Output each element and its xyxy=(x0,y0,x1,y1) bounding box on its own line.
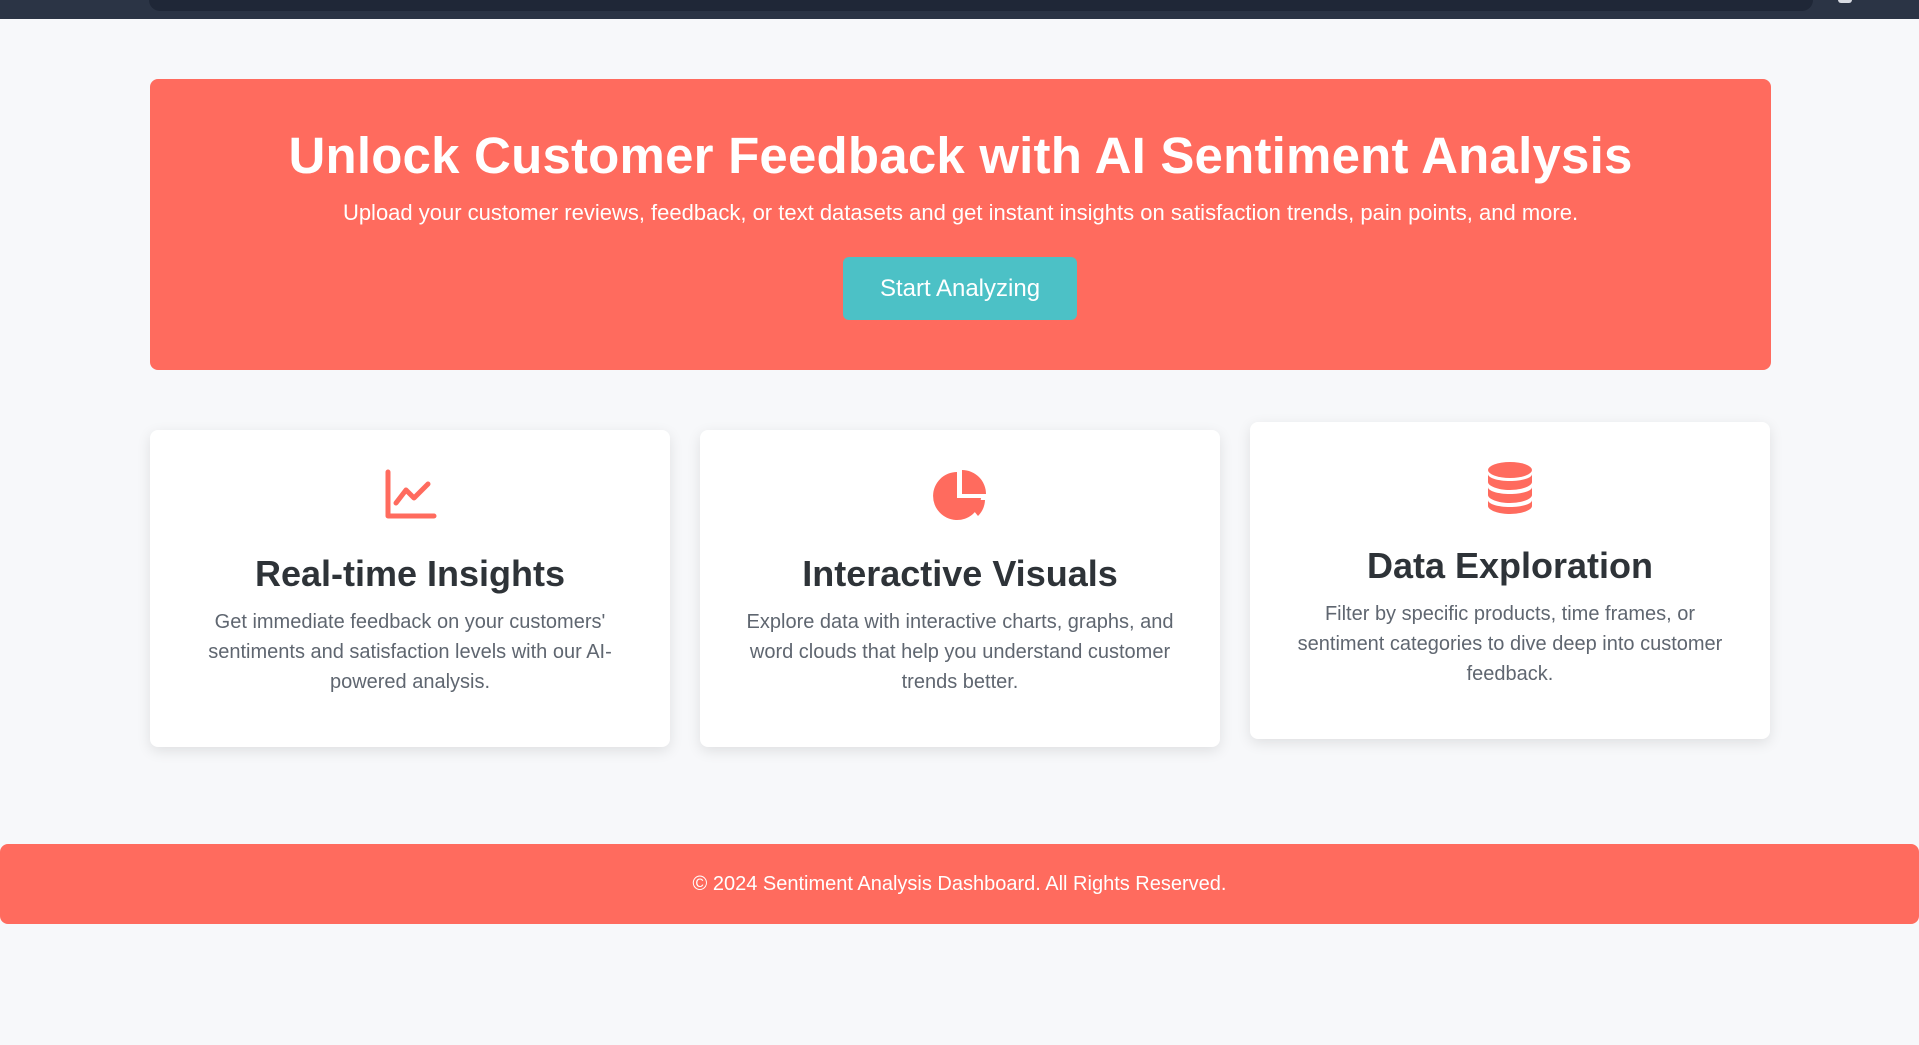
feature-card-interactive-visuals: Interactive Visuals Explore data with in… xyxy=(700,430,1220,747)
top-navbar xyxy=(0,0,1919,19)
page-footer: © 2024 Sentiment Analysis Dashboard. All… xyxy=(0,844,1919,924)
footer-copyright: © 2024 Sentiment Analysis Dashboard. All… xyxy=(692,873,1227,895)
line-chart-icon xyxy=(150,468,670,524)
hero-subtitle: Upload your customer reviews, feedback, … xyxy=(342,200,1579,225)
database-icon xyxy=(1250,460,1770,516)
feature-title: Interactive Visuals xyxy=(802,553,1118,594)
hero-banner: Unlock Customer Feedback with AI Sentime… xyxy=(150,79,1771,370)
feature-description: Get immediate feedback on your customers… xyxy=(208,611,612,693)
start-analyzing-button[interactable]: Start Analyzing xyxy=(843,257,1077,320)
hero-title: Unlock Customer Feedback with AI Sentime… xyxy=(288,127,1633,184)
feature-card-real-time-insights: Real-time Insights Get immediate feedbac… xyxy=(150,430,670,747)
user-icon[interactable] xyxy=(1838,0,1852,3)
feature-description: Filter by specific products, time frames… xyxy=(1297,603,1723,685)
nav-search-bar[interactable] xyxy=(149,0,1813,11)
feature-title: Data Exploration xyxy=(1366,545,1654,586)
feature-card-data-exploration: Data Exploration Filter by specific prod… xyxy=(1250,422,1770,739)
feature-description: Explore data with interactive charts, gr… xyxy=(746,611,1174,693)
pie-chart-icon xyxy=(700,468,1220,524)
feature-title: Real-time Insights xyxy=(254,553,566,594)
